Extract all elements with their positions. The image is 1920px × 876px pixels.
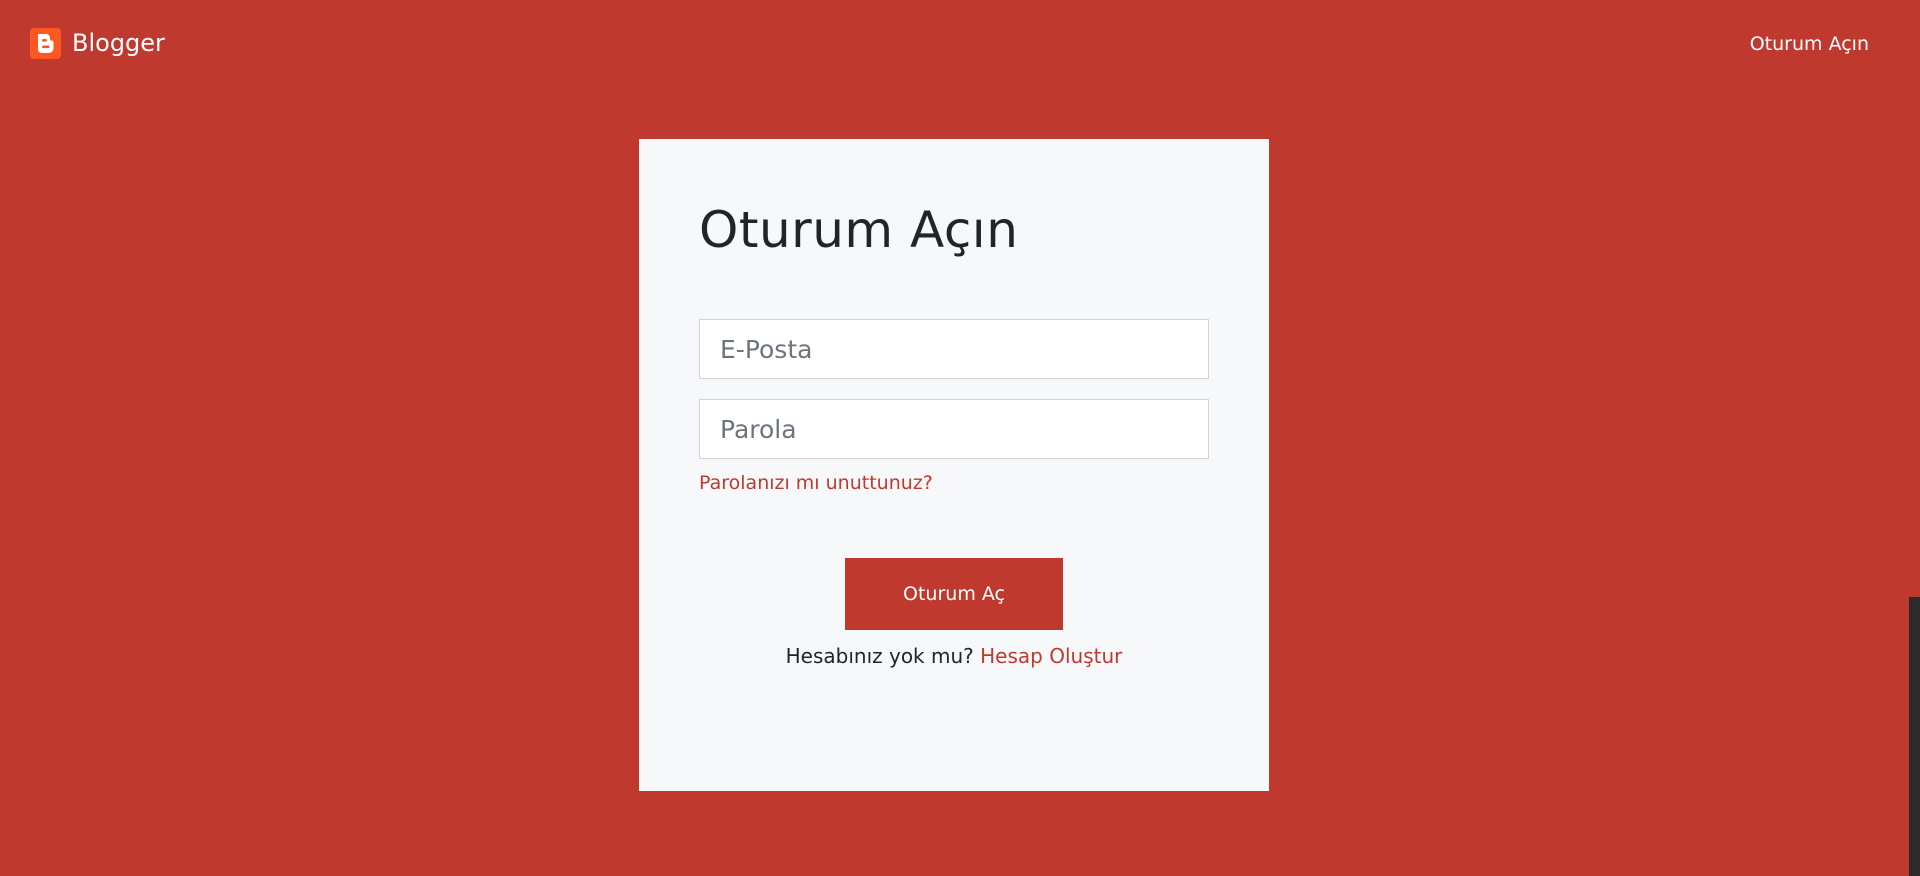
scrollbar-track[interactable] xyxy=(1909,597,1920,876)
login-card: Oturum Açın Parolanızı mı unuttunuz? Otu… xyxy=(639,139,1269,791)
no-account-text: Hesabınız yok mu? xyxy=(785,644,974,668)
page-title: Oturum Açın xyxy=(699,201,1019,259)
blogger-b-glyph-icon xyxy=(38,34,54,53)
password-input[interactable] xyxy=(699,399,1209,459)
brand-home-link[interactable]: Blogger xyxy=(30,28,165,59)
email-input[interactable] xyxy=(699,319,1209,379)
signin-submit-button[interactable]: Oturum Aç xyxy=(845,558,1063,630)
top-navbar: Blogger Oturum Açın xyxy=(0,0,1909,88)
brand-name: Blogger xyxy=(72,29,165,57)
signup-prompt: Hesabınız yok mu? Hesap Oluştur xyxy=(639,644,1269,668)
vertical-scrollbar[interactable] xyxy=(1909,0,1920,876)
scrollbar-thumb[interactable] xyxy=(1909,0,1920,597)
forgot-password-link[interactable]: Parolanızı mı unuttunuz? xyxy=(699,472,933,494)
create-account-link[interactable]: Hesap Oluştur xyxy=(980,644,1122,668)
nav-signin-link[interactable]: Oturum Açın xyxy=(1750,33,1869,55)
blogger-logo-icon xyxy=(30,28,61,59)
